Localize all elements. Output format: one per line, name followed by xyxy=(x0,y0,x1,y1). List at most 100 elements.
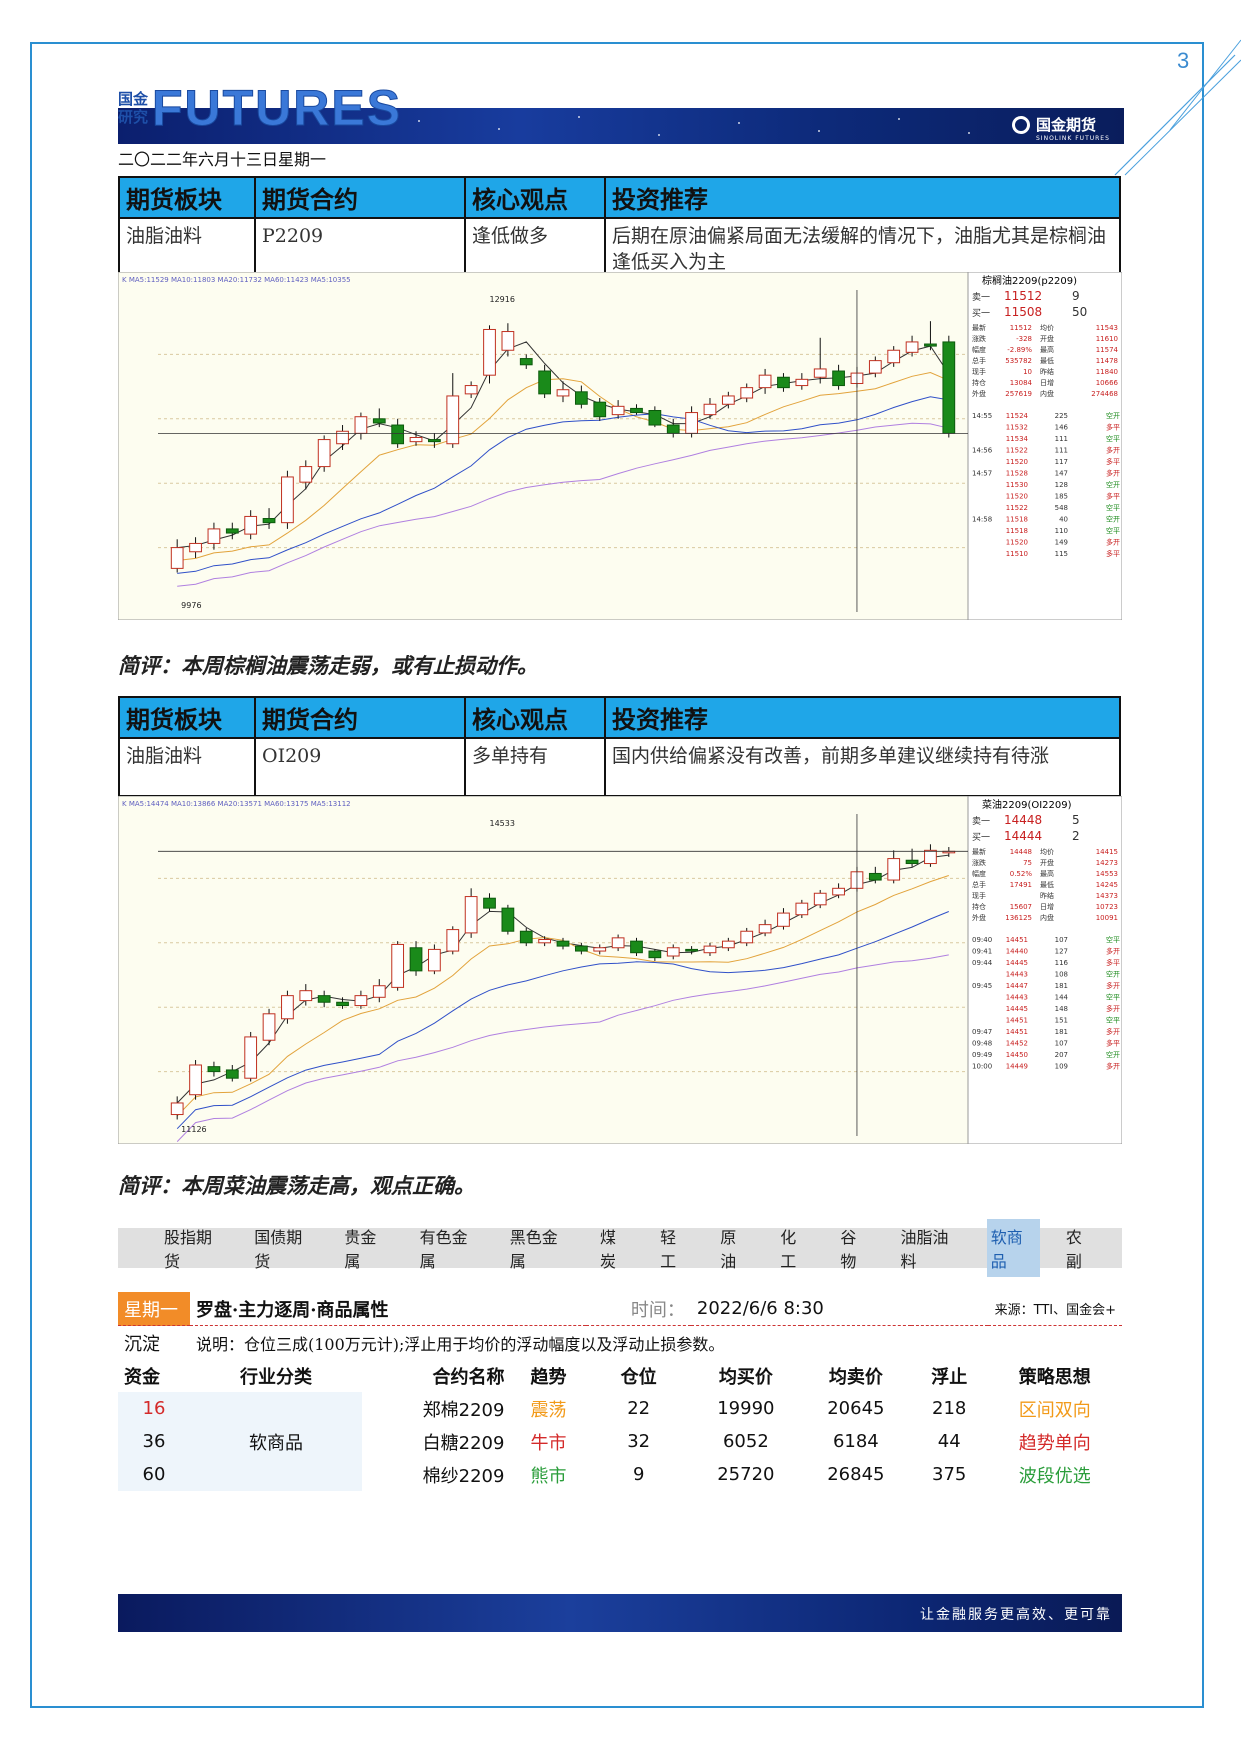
stat-label: 昨结 xyxy=(1040,367,1054,376)
stat-label: 日增 xyxy=(1040,902,1054,911)
tick-price: 11532 xyxy=(1006,424,1028,432)
tick-price: 14443 xyxy=(1006,971,1028,979)
col-contract: 期货合约 xyxy=(254,176,466,219)
stat-label: 现手 xyxy=(972,891,986,900)
candle xyxy=(244,1031,258,1082)
candle-body xyxy=(225,528,239,534)
tick-type: 空平 xyxy=(1106,503,1120,512)
brand-name: 国金期货 SINOLINK FUTURES xyxy=(1036,116,1110,142)
col-sector: 期货板块 xyxy=(118,696,256,739)
stat-value: 535782 xyxy=(1005,357,1032,365)
col-contract: 期货合约 xyxy=(254,696,466,739)
palm-oil-chart: K MA5:11529 MA10:11803 MA20:11732 MA60:1… xyxy=(118,272,1122,620)
tick-time: 09:47 xyxy=(972,1028,992,1036)
nav-tab-3[interactable]: 有色金属 xyxy=(416,1219,484,1277)
candle-body xyxy=(262,1013,276,1041)
col-recommendation: 投资推荐 xyxy=(604,176,1121,219)
candle-body xyxy=(299,466,313,483)
col-view: 核心观点 xyxy=(464,696,606,739)
candle-body xyxy=(666,947,680,957)
tick-volume: 110 xyxy=(1055,527,1068,535)
candle-body xyxy=(244,515,258,535)
float-stop-cell: 44 xyxy=(937,1431,961,1452)
col-sector: 期货板块 xyxy=(118,176,256,219)
tick-type: 多开 xyxy=(1106,1027,1120,1036)
candle-body xyxy=(721,395,735,405)
candle-body xyxy=(740,930,754,944)
bid-price: 14444 xyxy=(1004,829,1042,843)
candle-body xyxy=(501,331,515,351)
tick-type: 空平 xyxy=(1106,993,1120,1002)
nav-tab-10[interactable]: 油脂油料 xyxy=(897,1219,965,1277)
nav-tab-4[interactable]: 黑色金属 xyxy=(506,1219,574,1277)
nav-tab-5[interactable]: 煤炭 xyxy=(596,1219,634,1277)
candle xyxy=(391,941,405,991)
tick-price: 11520 xyxy=(1006,493,1028,501)
comment-2: 简评：本周菜油震荡走高，观点正确。 xyxy=(118,1174,475,1198)
stat-value: 11574 xyxy=(1096,346,1119,354)
stat-label: 幅度 xyxy=(972,869,986,878)
candle-body xyxy=(207,1066,221,1073)
candle xyxy=(483,325,496,384)
category-nav: 股指期货 国债期货 贵金属 有色金属 黑色金属 煤炭 轻工 原油 化工 谷物 油脂油料 软商品 农副 xyxy=(118,1219,1122,1277)
candle-body xyxy=(428,948,441,972)
candle-body xyxy=(703,403,717,416)
stat-label: 最新 xyxy=(972,847,986,856)
nav-tab-8[interactable]: 化工 xyxy=(776,1219,814,1277)
corner-decoration xyxy=(1114,39,1241,176)
candle-body xyxy=(170,1102,184,1116)
left-label-1: 沉淀 xyxy=(124,1333,160,1355)
candle-body xyxy=(721,940,735,949)
tick-volume: 146 xyxy=(1055,424,1069,432)
nav-tab-7[interactable]: 原油 xyxy=(716,1219,754,1277)
stat-label: 总手 xyxy=(972,356,986,365)
nav-tab-9[interactable]: 谷物 xyxy=(836,1219,874,1277)
tick-type: 多开 xyxy=(1106,1062,1120,1071)
tick-type: 多开 xyxy=(1106,981,1120,990)
nav-tab-0[interactable]: 股指期货 xyxy=(160,1219,228,1277)
report-date: 二〇二二年六月十三日星期一 xyxy=(118,150,327,169)
trend-cell: 牛市 xyxy=(530,1432,567,1454)
footer-slogan: 让金融服务更高效、更可靠 xyxy=(920,1607,1112,1623)
tick-volume: 127 xyxy=(1055,948,1068,956)
nav-tab-6[interactable]: 轻工 xyxy=(656,1219,694,1277)
candle xyxy=(281,470,294,529)
nav-tab-2[interactable]: 贵金属 xyxy=(340,1219,393,1277)
stat-value: 0.52% xyxy=(1010,870,1033,878)
recommendation-cell: 后期在原油偏紧局面无法缓解的情况下，油脂尤其是棕榈油逢低买入为主 xyxy=(604,217,1121,281)
ask-price: 11512 xyxy=(1004,289,1042,303)
tick-price: 14452 xyxy=(1006,1040,1028,1048)
col-strategy: 策略思想 xyxy=(1018,1366,1091,1388)
bid-label: 买一 xyxy=(972,308,990,319)
buy-cell: 19990 xyxy=(717,1398,775,1419)
candle xyxy=(428,944,441,975)
recommendation-table-2: 期货板块 期货合约 核心观点 投资推荐 油脂油料 OI209 多单持有 国内供给… xyxy=(118,696,1121,797)
candle-body xyxy=(299,990,313,1002)
stat-label: 外盘 xyxy=(972,913,986,922)
candle-body xyxy=(372,418,386,424)
col-recommendation: 投资推荐 xyxy=(604,696,1121,739)
candle-body xyxy=(685,948,698,952)
float-stop-cell: 375 xyxy=(932,1464,967,1485)
candle xyxy=(501,904,515,935)
tick-time: 09:48 xyxy=(972,1040,992,1048)
candle-body xyxy=(446,395,460,445)
nav-tab-11[interactable]: 软商品 xyxy=(986,1219,1040,1277)
candle-body xyxy=(483,897,496,909)
tick-type: 多平 xyxy=(1106,492,1120,501)
tick-price: 14449 xyxy=(1006,1063,1028,1071)
candle-body xyxy=(740,387,754,399)
stat-label: 最低 xyxy=(1040,880,1054,889)
page-number: 3 xyxy=(1177,48,1190,73)
stat-label: 最低 xyxy=(1040,356,1054,365)
candle-body xyxy=(225,1069,239,1079)
nav-tab-1[interactable]: 国债期货 xyxy=(250,1219,318,1277)
nav-tab-12[interactable]: 农副 xyxy=(1062,1219,1100,1277)
trend-cell: 震荡 xyxy=(530,1399,567,1421)
candle-body xyxy=(758,374,772,389)
candle-body xyxy=(924,849,937,865)
tick-price: 14451 xyxy=(1006,936,1028,944)
candle-body xyxy=(611,937,625,949)
low-label: 9976 xyxy=(181,601,201,610)
candle-body xyxy=(685,412,698,434)
